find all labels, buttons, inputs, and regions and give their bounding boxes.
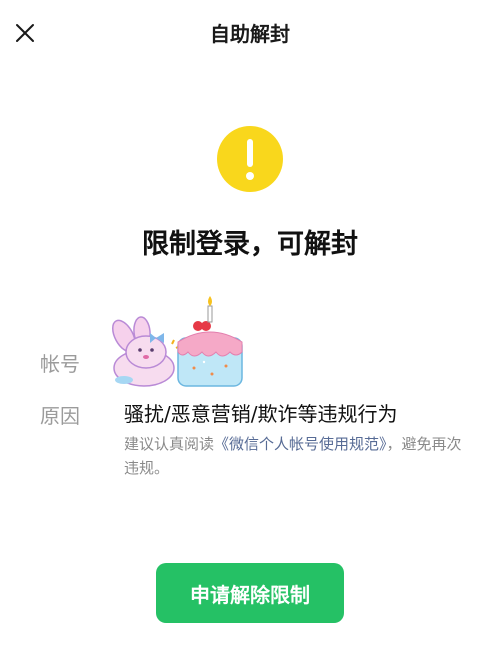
warning-icon bbox=[217, 126, 283, 192]
advice-text: 建议认真阅读《微信个人帐号使用规范》，避免再次违规。 bbox=[124, 432, 464, 480]
apply-unblock-button[interactable]: 申请解除限制 bbox=[156, 563, 344, 623]
usage-policy-link[interactable]: 《微信个人帐号使用规范》 bbox=[214, 435, 387, 453]
account-avatar bbox=[111, 296, 243, 387]
reason-value: 骚扰/恶意营销/欺诈等违规行为 bbox=[124, 402, 398, 426]
top-navigation-bar: 自助解封 bbox=[0, 0, 500, 64]
status-headline: 限制登录，可解封 bbox=[142, 229, 358, 260]
reason-label: 原因 bbox=[40, 404, 80, 428]
advice-prefix: 建议认真阅读 bbox=[124, 435, 215, 453]
page-title: 自助解封 bbox=[210, 22, 290, 46]
account-label: 帐号 bbox=[40, 352, 80, 376]
